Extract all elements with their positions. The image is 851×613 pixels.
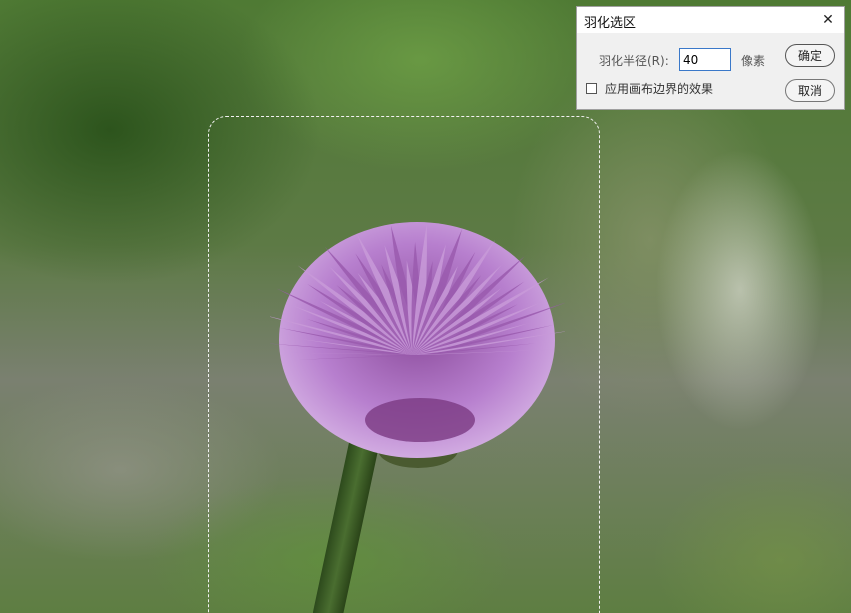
dialog-title: 羽化选区 bbox=[584, 16, 637, 31]
unit-label: 像素 bbox=[741, 54, 766, 68]
feather-radius-label: 羽化半径(R): bbox=[599, 54, 669, 68]
feather-radius-input[interactable] bbox=[679, 48, 731, 71]
feather-selection-dialog: 羽化选区 ✕ 羽化半径(R): 像素 应用画布边界的效果 确定 取消 bbox=[576, 6, 845, 110]
marquee-selection[interactable] bbox=[208, 116, 600, 613]
canvas-bounds-checkbox[interactable] bbox=[586, 83, 597, 94]
close-icon[interactable]: ✕ bbox=[818, 10, 838, 30]
dialog-titlebar[interactable]: 羽化选区 ✕ bbox=[577, 7, 844, 33]
canvas-bounds-checkbox-label[interactable]: 应用画布边界的效果 bbox=[605, 80, 713, 97]
ok-button[interactable]: 确定 bbox=[785, 44, 835, 67]
cancel-button[interactable]: 取消 bbox=[785, 79, 835, 102]
canvas-bounds-checkbox-row[interactable]: 应用画布边界的效果 bbox=[586, 80, 713, 97]
